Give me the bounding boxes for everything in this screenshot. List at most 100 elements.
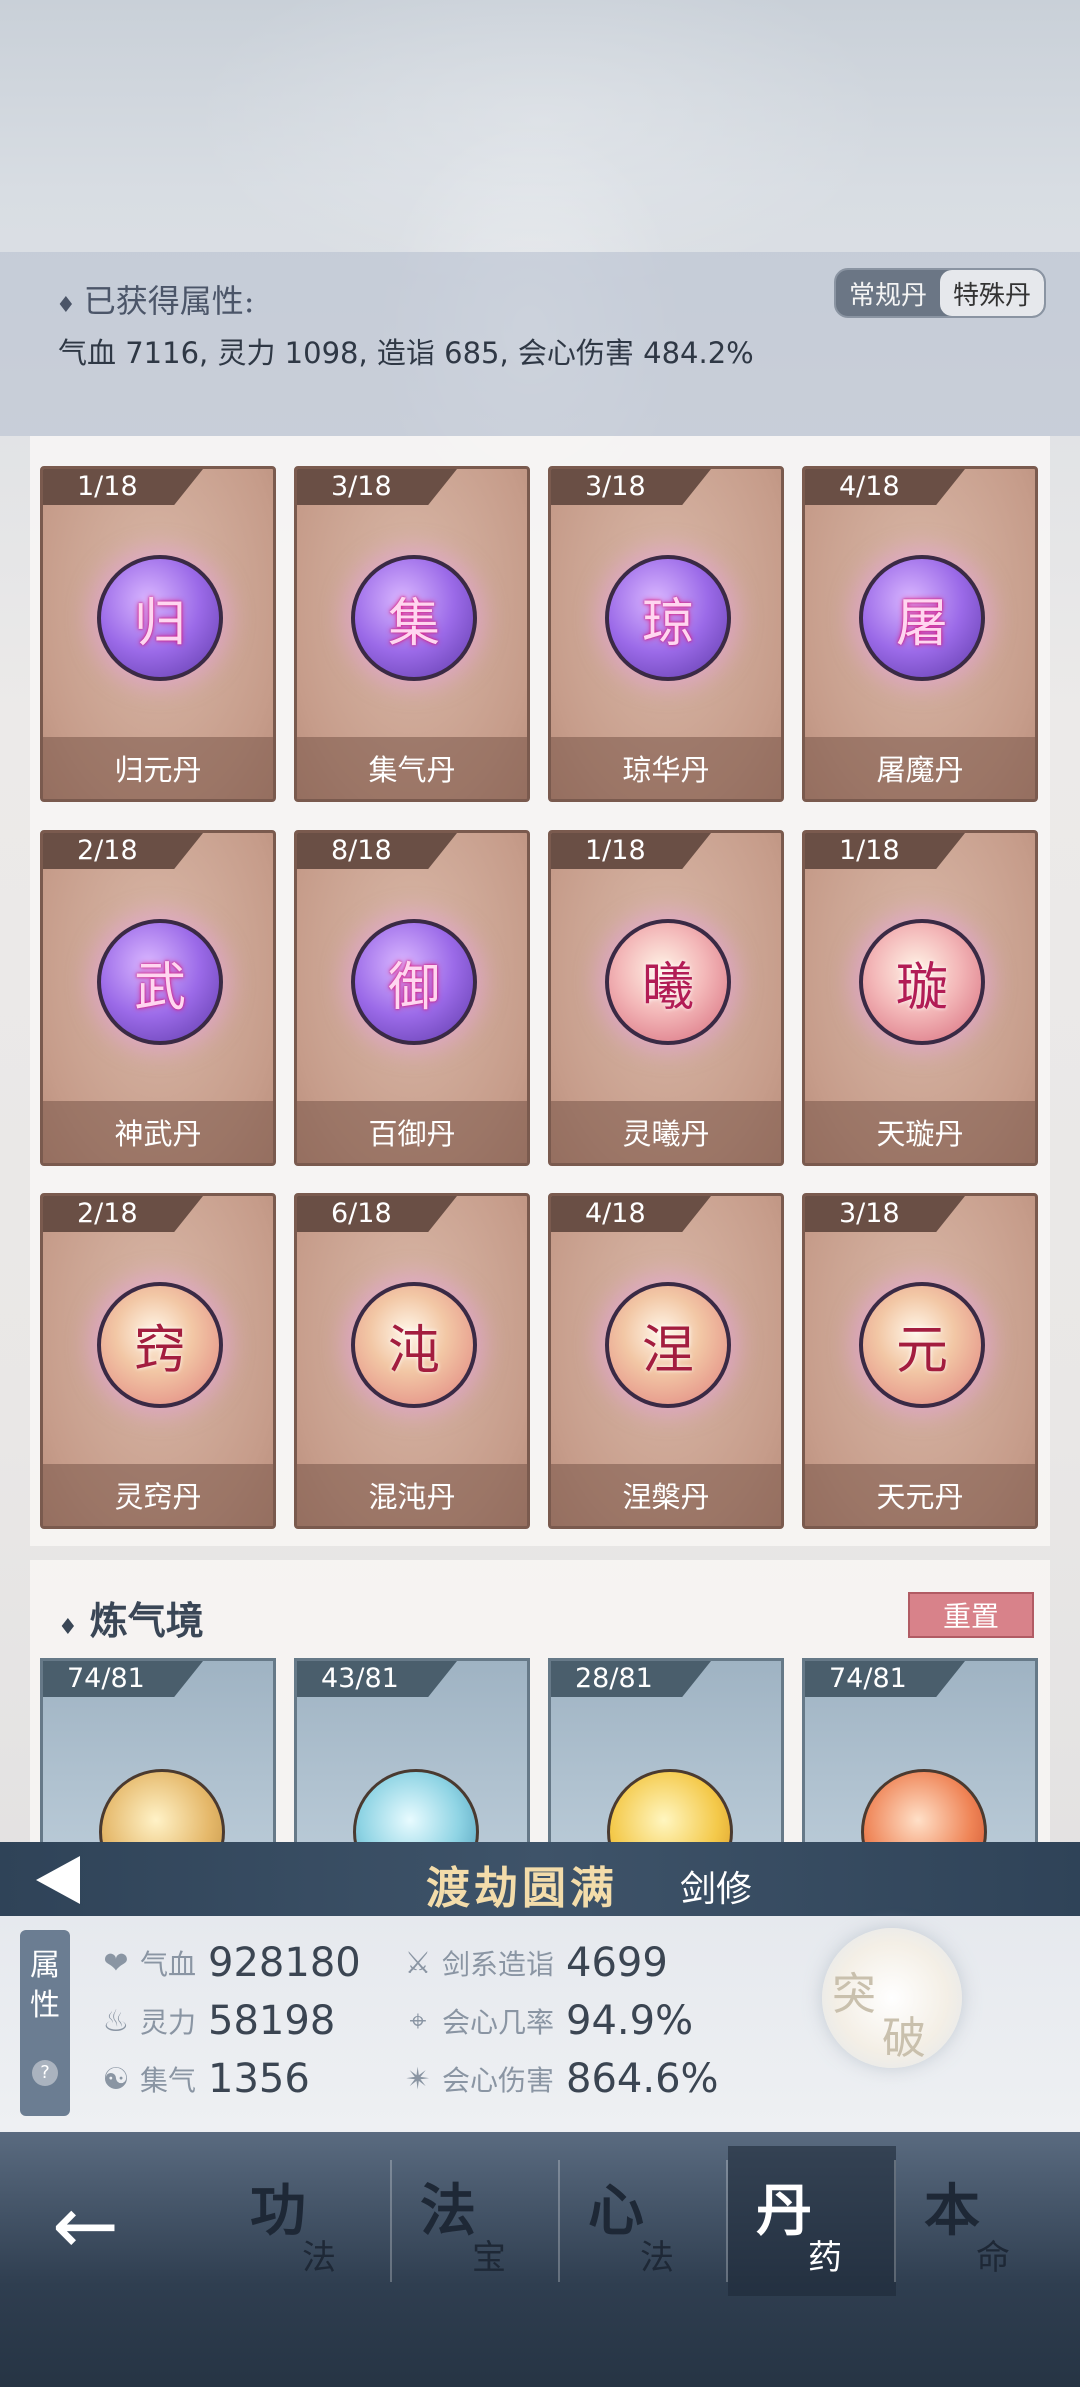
reset-button[interactable]: 重置 (908, 1592, 1034, 1638)
stat-value: 928180 (208, 1940, 361, 1986)
pill-glyph: 琼 (641, 593, 694, 654)
nav-tab-4[interactable]: 本命 (896, 2146, 1064, 2296)
nav-tab-3[interactable]: 丹药 (728, 2146, 896, 2296)
pill-count: 1/18 (77, 471, 138, 502)
help-icon[interactable]: ? (32, 2060, 58, 2086)
diamond-icon: ♦ (56, 293, 76, 318)
pill-name: 涅槃丹 (551, 1464, 781, 1526)
pill-glyph: 涅 (641, 1320, 694, 1381)
nav-separator (726, 2160, 728, 2282)
nav-tab-small: 命 (976, 2238, 1010, 2278)
pill-orb-icon: 集 (351, 555, 477, 681)
pill-card[interactable]: 1/18 璇天璇丹 (802, 830, 1038, 1166)
pill-name: 归元丹 (43, 737, 273, 799)
pill-orb-icon: 琼 (605, 555, 731, 681)
pill-card[interactable]: 1/18 归归元丹 (40, 466, 276, 802)
section-title: ♦ 炼气境 (58, 1590, 204, 1645)
pill-orb-icon: 元 (859, 1282, 985, 1408)
nav-separator (558, 2160, 560, 2282)
sect-label: 剑修 (680, 1869, 753, 1910)
toggle-regular-pills[interactable]: 常规丹 (836, 270, 940, 316)
pill-type-toggle[interactable]: 常规丹 特殊丹 (834, 268, 1046, 318)
pill-orb-icon: 武 (97, 919, 223, 1045)
diamond-icon: ♦ (58, 1614, 78, 1640)
pill-card[interactable]: 1/18 曦灵曦丹 (548, 830, 784, 1166)
nav-tab-big: 功 (250, 2178, 306, 2244)
nav-separator (390, 2160, 392, 2282)
pill-orb-icon (861, 1769, 987, 1845)
pill-count: 2/18 (77, 835, 138, 866)
pill-glyph: 武 (133, 957, 186, 1018)
pill-glyph: 集 (387, 593, 440, 654)
pill-card[interactable]: 4/18 涅涅槃丹 (548, 1193, 784, 1529)
nav-tab-1[interactable]: 法宝 (392, 2146, 560, 2296)
pill-orb-icon (353, 1769, 479, 1845)
pill-card[interactable]: 3/18 琼琼华丹 (548, 466, 784, 802)
heart-icon: ❤ (103, 1945, 129, 1981)
pill-card[interactable]: 2/18 窍灵窍丹 (40, 1193, 276, 1529)
pill-glyph: 曦 (641, 957, 694, 1018)
pill-orb-icon: 归 (97, 555, 223, 681)
pill-orb-icon: 窍 (97, 1282, 223, 1408)
nav-tab-big: 法 (420, 2178, 476, 2244)
pill-orb-icon: 曦 (605, 919, 731, 1045)
pill-count: 3/18 (839, 1198, 900, 1229)
pill-count: 4/18 (585, 1198, 646, 1229)
stat-value: 94.9% (566, 1998, 694, 2044)
flame-icon: ♨ (102, 2003, 130, 2039)
pill-orb-icon: 御 (351, 919, 477, 1045)
pill-count: 6/18 (331, 1198, 392, 1229)
nav-tab-big: 心 (588, 2178, 644, 2244)
pill-card[interactable]: 3/18 集集气丹 (294, 466, 530, 802)
pill-glyph: 御 (387, 957, 440, 1018)
pill-card[interactable]: 4/18 屠屠魔丹 (802, 466, 1038, 802)
pill-orb-icon: 璇 (859, 919, 985, 1045)
realm-pill-card[interactable]: 74/81 (40, 1658, 276, 1848)
pill-orb-icon: 涅 (605, 1282, 731, 1408)
attributes-title-text: 已获得属性: (83, 282, 255, 320)
attributes-summary: 气血 7116, 灵力 1098, 造诣 685, 会心伤害 484.2% (58, 336, 754, 370)
breakthrough-text-2: 破 (882, 2013, 926, 2064)
stat-1: ⚔ 剑系造诣 4699 (400, 1940, 668, 1986)
burst-icon: ✴ (405, 2061, 431, 2097)
pill-count: 1/18 (839, 835, 900, 866)
attributes-title: ♦ 已获得属性: (56, 276, 255, 322)
toggle-special-pills[interactable]: 特殊丹 (940, 270, 1044, 316)
stat-label: 气血 (140, 1948, 197, 1981)
pill-name: 琼华丹 (551, 737, 781, 799)
pill-card[interactable]: 8/18 御百御丹 (294, 830, 530, 1166)
realm-pill-card[interactable]: 28/81 (548, 1658, 784, 1848)
pill-name: 天元丹 (805, 1464, 1035, 1526)
pill-glyph: 沌 (387, 1320, 440, 1381)
nav-tab-big: 本 (924, 2178, 980, 2244)
collapse-arrow-icon[interactable] (36, 1856, 80, 1904)
stat-label: 集气 (140, 2064, 197, 2097)
stat-label: 灵力 (140, 2006, 197, 2039)
sword-icon: ⚔ (404, 1945, 432, 1981)
pill-count: 1/18 (585, 835, 646, 866)
nav-tab-2[interactable]: 心法 (560, 2146, 728, 2296)
pill-count: 3/18 (585, 471, 646, 502)
pill-card[interactable]: 2/18 武神武丹 (40, 830, 276, 1166)
pill-orb-icon: 屠 (859, 555, 985, 681)
breakthrough-button[interactable]: 突 破 (822, 1928, 962, 2068)
nav-tab-0[interactable]: 功法 (222, 2146, 390, 2296)
pill-count: 74/81 (67, 1663, 145, 1694)
attributes-tab[interactable]: 属 性 ? (20, 1930, 70, 2116)
back-arrow-icon[interactable]: ← (52, 2186, 119, 2266)
nav-tab-small: 宝 (472, 2238, 506, 2278)
realm-pill-card[interactable]: 43/81 (294, 1658, 530, 1848)
stat-label: 剑系造诣 (442, 1948, 555, 1981)
pill-count: 28/81 (575, 1663, 653, 1694)
pill-card[interactable]: 6/18 沌混沌丹 (294, 1193, 530, 1529)
pill-card[interactable]: 3/18 元天元丹 (802, 1193, 1038, 1529)
pill-count: 74/81 (829, 1663, 907, 1694)
nav-tab-small: 法 (640, 2238, 674, 2278)
realm-pill-card[interactable]: 74/81 (802, 1658, 1038, 1848)
section-title-text: 炼气境 (89, 1598, 204, 1643)
nav-separator (894, 2160, 896, 2282)
stat-5: ✴ 会心伤害 864.6% (400, 2056, 718, 2102)
pill-glyph: 璇 (895, 957, 948, 1018)
nav-tab-small: 药 (808, 2238, 842, 2278)
pill-name: 灵窍丹 (43, 1464, 273, 1526)
